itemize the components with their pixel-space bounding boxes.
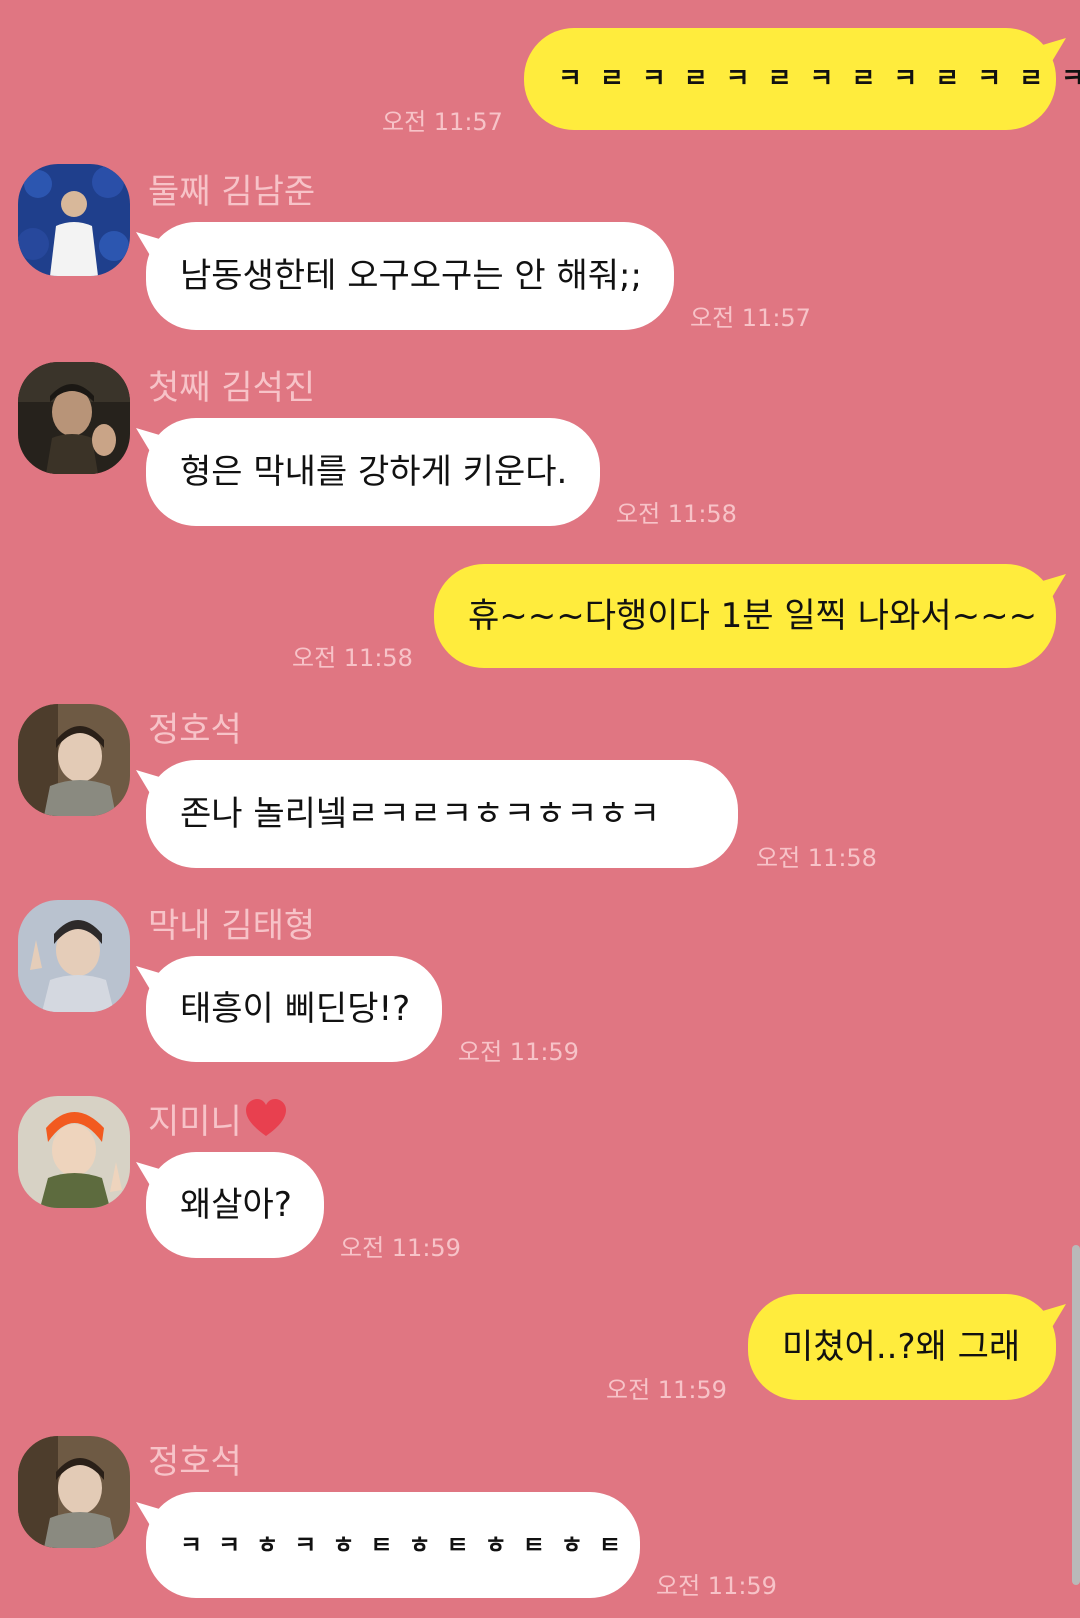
message-bubble-incoming[interactable]: 존나 놀리넼ㄹㅋㄹㅋㅎㅋㅎㅋㅎㅋ [146, 760, 738, 868]
heart-icon [246, 1099, 286, 1136]
message-timestamp: 오전 11:58 [756, 844, 877, 872]
sender-name: 첫째 김석진 [148, 368, 316, 408]
scrollbar[interactable] [1072, 1245, 1080, 1585]
sender-name: 정호석 [148, 710, 242, 750]
message-timestamp: 오전 11:58 [292, 644, 413, 672]
avatar-namjoon[interactable] [18, 164, 130, 276]
sender-name: 정호석 [148, 1442, 242, 1482]
message-timestamp: 오전 11:59 [458, 1038, 579, 1066]
message-bubble-incoming[interactable]: 태흥이 삐딘당!? [146, 956, 442, 1062]
sender-name: 막내 김태형 [148, 906, 316, 946]
avatar-jimin[interactable] [18, 1096, 130, 1208]
message-bubble-incoming[interactable]: 왜살아? [146, 1152, 324, 1258]
avatar-taehyung[interactable] [18, 900, 130, 1012]
message-bubble-outgoing[interactable]: 휴~~~다행이다 1분 일찍 나와서~~~ [434, 564, 1056, 668]
message-bubble-incoming[interactable]: 형은 막내를 강하게 키운다. [146, 418, 600, 526]
message-timestamp: 오전 11:59 [606, 1376, 727, 1404]
avatar-hoseok[interactable] [18, 1436, 130, 1548]
message-bubble-incoming[interactable]: 남동생한테 오구오구는 안 해줘;; [146, 222, 674, 330]
avatar-hoseok[interactable] [18, 704, 130, 816]
message-bubble-outgoing[interactable]: 미쳤어..?왜 그래 [748, 1294, 1056, 1400]
sender-name: 둘째 김남준 [148, 172, 316, 212]
message-bubble-incoming[interactable]: ㅋㅋㅎㅋㅎㅌㅎㅌㅎㅌㅎㅌ [146, 1492, 640, 1598]
sender-name: 지미니 [148, 1102, 242, 1142]
message-timestamp: 오전 11:59 [340, 1234, 461, 1262]
avatar-seokjin[interactable] [18, 362, 130, 474]
message-timestamp: 오전 11:58 [616, 500, 737, 528]
message-timestamp: 오전 11:57 [382, 108, 503, 136]
message-timestamp: 오전 11:57 [690, 304, 811, 332]
message-timestamp: 오전 11:59 [656, 1572, 777, 1600]
message-bubble-outgoing[interactable]: ㅋㄹㅋㄹㅋㄹㅋㄹㅋㄹㅋㄹㅋ [524, 28, 1080, 130]
